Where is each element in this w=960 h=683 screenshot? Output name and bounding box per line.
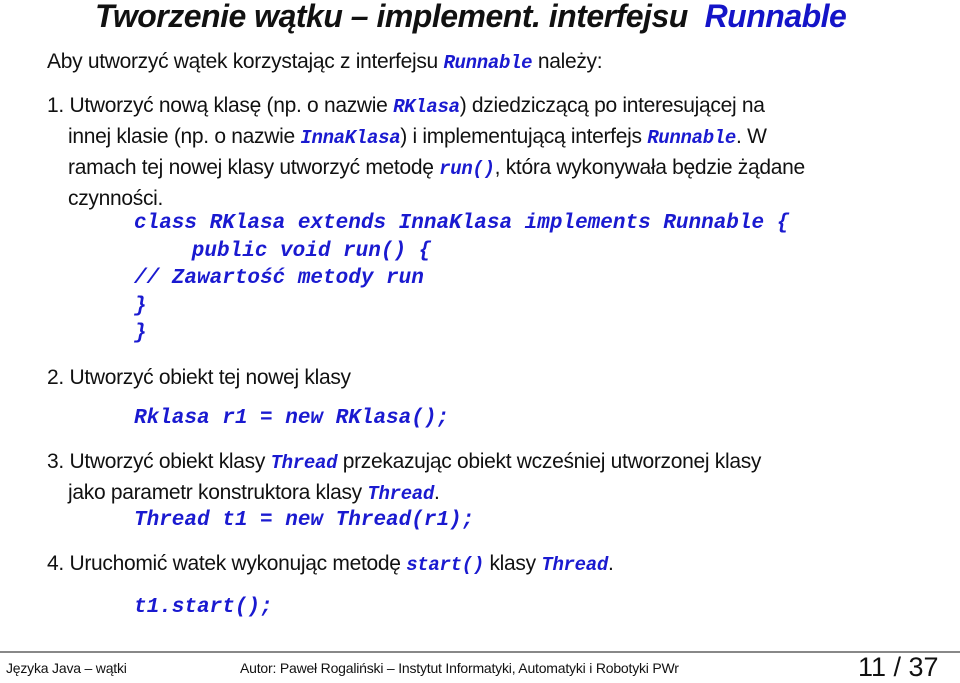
step2-code: Rklasa r1 = new RKlasa();	[134, 403, 449, 433]
code: Thread	[367, 483, 435, 505]
code-line: }	[134, 294, 147, 318]
code-line: // Zawartość metody run	[134, 267, 424, 290]
text: ramach tej nowej klasy utworzyć metodę	[68, 156, 440, 179]
text: . W	[736, 125, 767, 148]
text: ) dziedziczącą po interesującej na	[459, 94, 765, 117]
step1-line2: innej klasie (np. o nazwie InnaKlasa) i …	[68, 121, 767, 154]
text: 4. Uruchomić watek wykonując metodę	[47, 552, 407, 575]
code: Thread	[541, 554, 608, 576]
title-text: Tworzenie wątku – implement. interfejsu	[95, 0, 688, 34]
intro-text-end: należy:	[532, 50, 603, 73]
code: Rklasa r1 = new RKlasa();	[134, 407, 450, 430]
step4-line: 4. Uruchomić watek wykonując metodę star…	[47, 548, 614, 581]
footer-divider	[0, 651, 960, 653]
code-line: }	[134, 322, 147, 345]
text: innej klasie (np. o nazwie	[68, 125, 301, 148]
code: Thread t1 = new Thread(r1);	[134, 509, 475, 532]
step3-code: Thread t1 = new Thread(r1);	[134, 505, 474, 535]
step2-text: 2. Utworzyć obiekt tej nowej klasy	[47, 366, 351, 389]
code-line: class RKlasa extends InnaKlasa implement…	[134, 212, 790, 235]
code: RKlasa	[393, 96, 460, 118]
intro-code: Runnable	[443, 52, 533, 74]
text: ) i implementującą interfejs	[400, 125, 648, 148]
step3-line1: 3. Utworzyć obiekt klasy Thread przekazu…	[47, 446, 761, 479]
text: .	[607, 552, 614, 575]
text: .	[434, 481, 440, 504]
title-code: Runnable	[704, 0, 847, 34]
text: 3. Utworzyć obiekt klasy	[47, 450, 271, 473]
slide-title: Tworzenie wątku – implement. interfejsu …	[95, 0, 847, 35]
text: , która wykonywała będzie żądane	[494, 156, 806, 179]
page-number: 11 / 37	[858, 652, 939, 682]
code: run()	[439, 158, 495, 180]
footer-center: Autor: Paweł Rogaliński – Instytut Infor…	[240, 660, 679, 676]
code-line: public void run() {	[154, 239, 432, 263]
text: klasy	[483, 552, 542, 575]
code-block: class RKlasa extends InnaKlasa implement…	[134, 210, 789, 348]
code: t1.start();	[134, 596, 273, 619]
code: start()	[406, 554, 484, 576]
footer-left: Języka Java – wątki	[6, 660, 127, 676]
step4-code: t1.start();	[134, 592, 273, 622]
code: Thread	[270, 452, 338, 474]
step1-line3: ramach tej nowej klasy utworzyć metodę r…	[68, 152, 805, 185]
text: 1. Utworzyć nową klasę (np. o nazwie	[47, 94, 394, 117]
code: Runnable	[647, 127, 737, 149]
text: przekazując obiekt wcześniej utworzonej …	[337, 450, 762, 473]
text: jako parametr konstruktora klasy	[68, 481, 368, 504]
intro-text: Aby utworzyć wątek korzystając z interfe…	[47, 50, 444, 73]
code: InnaKlasa	[300, 127, 401, 149]
intro-line: Aby utworzyć wątek korzystając z interfe…	[47, 46, 603, 79]
step1-line1: 1. Utworzyć nową klasę (np. o nazwie RKl…	[47, 90, 765, 123]
